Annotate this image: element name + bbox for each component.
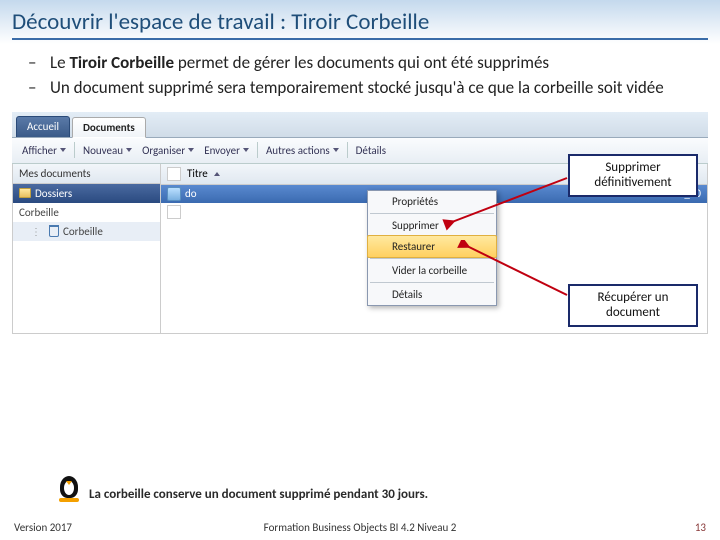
bullet-text: permet de gérer les documents qui ont ét… — [174, 52, 549, 73]
nav-corbeille-group[interactable]: Corbeille — [13, 203, 160, 222]
nav-label: Corbeille — [63, 225, 103, 238]
toolbar-organiser[interactable]: Organiser — [138, 142, 198, 159]
callout-recover-document: Récupérer un document — [568, 284, 698, 327]
document-icon — [167, 187, 181, 201]
bullet-bold: Tiroir Corbeille — [69, 52, 174, 73]
tab-bar: Accueil Documents — [12, 112, 708, 138]
bullet-text: Le — [50, 52, 69, 73]
footer-version: Version 2017 — [14, 521, 72, 534]
slide-header: Découvrir l'espace de travail : Tiroir C… — [0, 0, 720, 44]
callout-delete-permanently: Supprimer définitivement — [568, 154, 698, 197]
column-title: Titre — [187, 167, 208, 180]
arrow-icon — [457, 240, 577, 300]
toolbar-details[interactable]: Détails — [352, 142, 390, 159]
chevron-down-icon — [126, 148, 132, 152]
penguin-icon — [55, 472, 83, 502]
nav-corbeille-selected[interactable]: Corbeille — [13, 222, 160, 241]
callout-text: Récupérer un — [598, 290, 669, 305]
chevron-down-icon — [243, 148, 249, 152]
toolbar-nouveau[interactable]: Nouveau — [79, 142, 136, 159]
toolbar-label: Nouveau — [83, 144, 123, 157]
footer-page-number: 13 — [695, 521, 706, 534]
app-screenshot: Accueil Documents Afficher Nouveau Organ… — [12, 112, 708, 352]
arrow-icon — [442, 174, 582, 234]
toolbar-autres-actions[interactable]: Autres actions — [262, 142, 343, 159]
callout-text: Supprimer — [605, 160, 660, 175]
nav-panel: Mes documents Dossiers Corbeille Corbeil… — [13, 164, 161, 333]
blank-row-icon — [167, 205, 181, 219]
note-text: La corbeille conserve un document suppri… — [89, 487, 428, 502]
toolbar-label: Afficher — [22, 144, 57, 157]
chevron-down-icon — [333, 148, 339, 152]
toolbar-envoyer[interactable]: Envoyer — [200, 142, 253, 159]
separator — [257, 142, 258, 158]
chevron-down-icon — [188, 148, 194, 152]
separator — [347, 142, 348, 158]
sort-asc-icon — [214, 172, 220, 176]
slide-footer: Version 2017 Formation Business Objects … — [0, 521, 720, 534]
chevron-down-icon — [60, 148, 66, 152]
toolbar-afficher[interactable]: Afficher — [18, 142, 70, 159]
toolbar-label: Détails — [356, 144, 386, 157]
toolbar-label: Envoyer — [204, 144, 240, 157]
nav-header-mydocs[interactable]: Mes documents — [13, 164, 160, 184]
nav-folders-row[interactable]: Dossiers — [13, 184, 160, 203]
callout-text: document — [606, 305, 660, 320]
folder-icon — [19, 188, 31, 198]
bullet-list: Le Tiroir Corbeille permet de gérer les … — [0, 44, 720, 112]
separator — [74, 142, 75, 158]
callout-text: définitivement — [594, 175, 671, 190]
toolbar-label: Organiser — [142, 144, 185, 157]
toolbar-label: Autres actions — [266, 144, 330, 157]
footer-note: La corbeille conserve un document suppri… — [55, 472, 690, 502]
bullet-item: Un document supprimé sera temporairement… — [50, 77, 680, 100]
doc-name-prefix: do — [185, 187, 197, 200]
tab-home[interactable]: Accueil — [16, 116, 70, 137]
footer-title: Formation Business Objects BI 4.2 Niveau… — [264, 521, 457, 534]
blank-icon — [167, 167, 181, 181]
tab-documents[interactable]: Documents — [72, 117, 146, 138]
bullet-item: Le Tiroir Corbeille permet de gérer les … — [50, 52, 680, 75]
nav-label: Dossiers — [35, 187, 72, 200]
slide-title: Découvrir l'espace de travail : Tiroir C… — [12, 8, 708, 40]
trash-icon — [49, 225, 59, 237]
